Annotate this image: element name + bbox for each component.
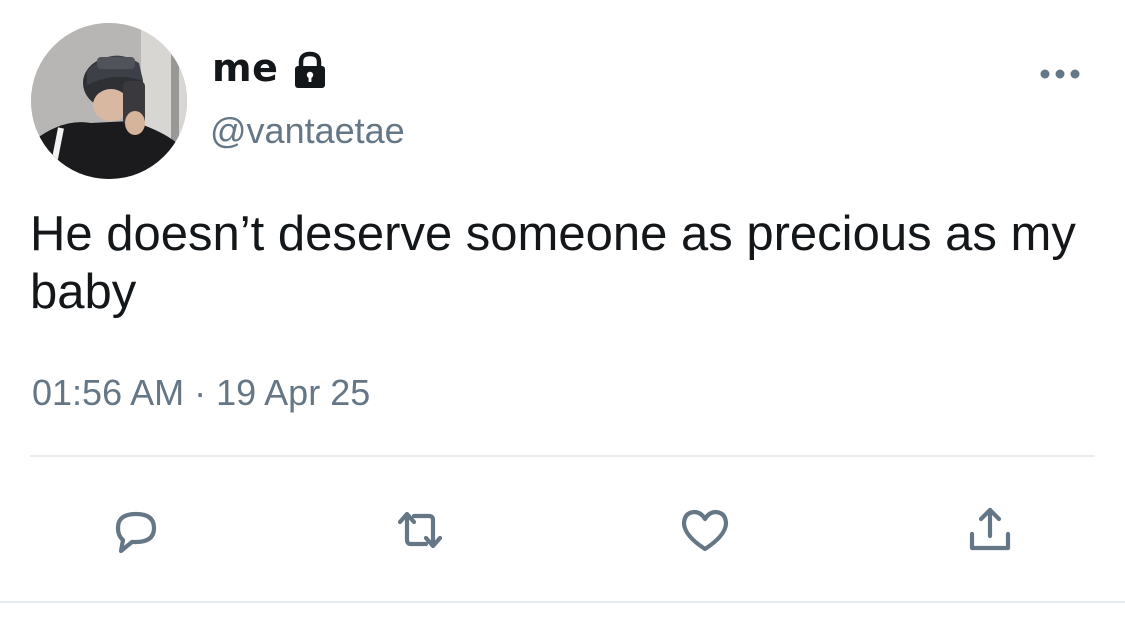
tweet-text: He doesn’t deserve someone as precious a… [30,207,1076,319]
share-icon [969,507,1011,551]
like-button[interactable] [675,500,735,560]
retweet-button[interactable] [390,500,450,560]
timestamp[interactable]: 01:56 AM · 19 Apr 25 [32,372,370,414]
heart-icon [681,509,729,552]
tweet-date: 19 Apr 25 [216,372,371,413]
more-options-icon[interactable] [1035,64,1085,84]
lock-icon [290,50,330,90]
retweet-icon [397,511,443,549]
avatar[interactable] [31,23,187,179]
timestamp-separator: · [194,372,207,413]
reply-icon [115,511,157,554]
bottom-divider [0,601,1125,603]
avatar-photo [31,23,187,179]
tweet-time: 01:56 AM [32,372,185,413]
display-name[interactable]: me [212,46,278,90]
tweet-card: me @vantaetae He doesn’t deserve someone… [0,0,1125,621]
divider [30,455,1095,457]
share-button[interactable] [960,500,1020,560]
display-name-row: me [212,40,330,96]
reply-button[interactable] [106,500,166,560]
user-handle[interactable]: @vantaetae [210,110,405,152]
